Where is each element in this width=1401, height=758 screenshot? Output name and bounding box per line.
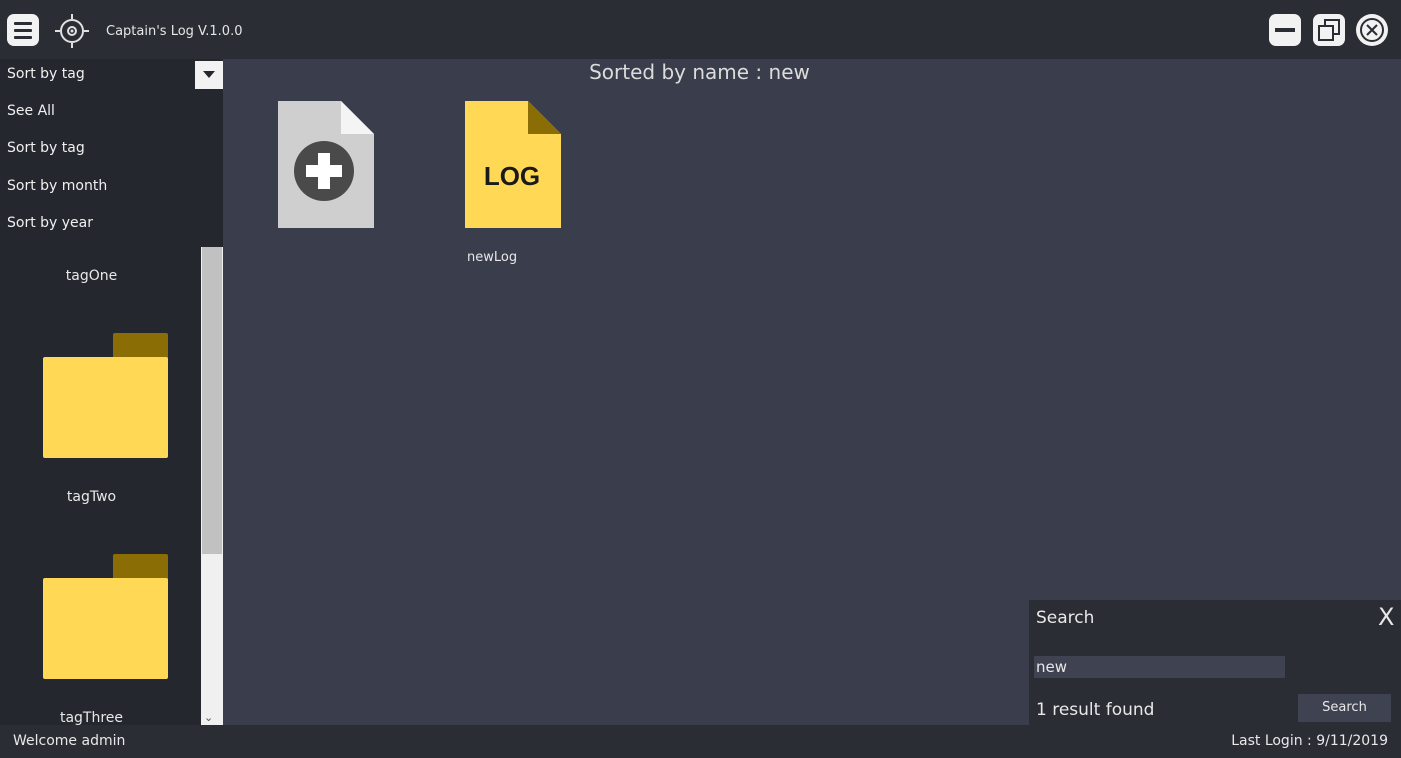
search-close-button[interactable]: X xyxy=(1378,603,1394,631)
restore-icon xyxy=(1318,19,1340,41)
close-window-button[interactable] xyxy=(1356,14,1388,46)
title-bar: Captain's Log V.1.0.0 xyxy=(0,0,1401,59)
minimize-button[interactable] xyxy=(1269,14,1301,46)
log-file-label[interactable]: newLog xyxy=(467,250,517,265)
sort-option-month[interactable]: Sort by month xyxy=(7,178,107,194)
search-result-count: 1 result found xyxy=(1036,700,1155,720)
sort-dropdown: Sort by tag See All Sort by tag Sort by … xyxy=(0,59,223,247)
search-input[interactable] xyxy=(1034,656,1285,678)
log-badge: LOG xyxy=(484,161,540,191)
compass-icon xyxy=(55,14,89,48)
chevron-down-icon[interactable] xyxy=(195,61,223,89)
sort-option-year[interactable]: Sort by year xyxy=(7,215,93,231)
status-bar: Welcome admin Last Login : 9/11/2019 xyxy=(0,725,1401,758)
sort-selected-value: Sort by tag xyxy=(7,66,85,82)
new-log-button[interactable] xyxy=(278,101,374,228)
sort-option-tag[interactable]: Sort by tag xyxy=(7,140,85,156)
hamburger-icon[interactable] xyxy=(7,14,39,46)
scrollbar-thumb[interactable] xyxy=(202,247,222,554)
tag-sidebar: tagOne tagTwo tagThree xyxy=(0,247,201,725)
minimize-icon xyxy=(1275,28,1295,32)
log-file-icon: LOG xyxy=(465,101,561,228)
close-icon xyxy=(1360,18,1384,42)
search-button[interactable]: Search xyxy=(1298,694,1391,722)
tag-label-two[interactable]: tagTwo xyxy=(0,489,183,505)
folder-icon[interactable] xyxy=(43,554,168,679)
sort-select[interactable]: Sort by tag xyxy=(0,59,223,89)
add-file-icon xyxy=(278,101,374,228)
main-heading: Sorted by name : new xyxy=(589,60,810,84)
sort-option-see-all[interactable]: See All xyxy=(7,103,55,119)
app-title: Captain's Log V.1.0.0 xyxy=(106,24,243,39)
tag-label-three[interactable]: tagThree xyxy=(0,710,183,725)
tag-label-one[interactable]: tagOne xyxy=(0,268,183,284)
search-title: Search xyxy=(1036,608,1095,628)
restore-button[interactable] xyxy=(1313,14,1345,46)
scroll-down-arrow-icon[interactable]: ⌄ xyxy=(204,711,213,724)
last-login-text: Last Login : 9/11/2019 xyxy=(1231,733,1388,749)
welcome-text: Welcome admin xyxy=(13,733,126,749)
log-file-item[interactable]: LOG xyxy=(465,101,561,228)
folder-icon[interactable] xyxy=(43,333,168,458)
search-panel: Search X 1 result found Search xyxy=(1029,600,1401,725)
